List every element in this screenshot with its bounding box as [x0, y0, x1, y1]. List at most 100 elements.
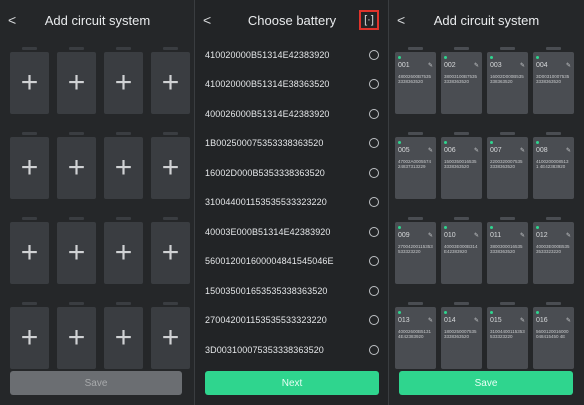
battery-card[interactable]: 016 ✎ 5600120016000048415450 4E: [533, 302, 574, 369]
add-slot[interactable]: +: [57, 302, 96, 369]
battery-serial: 48002600B75353338363520: [398, 74, 432, 84]
edit-icon[interactable]: ✎: [566, 147, 571, 154]
edit-icon[interactable]: ✎: [428, 317, 433, 324]
edit-icon[interactable]: ✎: [566, 62, 571, 69]
edit-icon[interactable]: ✎: [474, 147, 479, 154]
edit-icon[interactable]: ✎: [566, 317, 571, 324]
status-dot: [490, 141, 493, 144]
save-button[interactable]: Save: [10, 371, 182, 395]
edit-icon[interactable]: ✎: [520, 232, 525, 239]
add-slot[interactable]: +: [10, 217, 49, 284]
battery-card[interactable]: 007 ✎ 22003200075353338363520: [487, 132, 528, 199]
save-button[interactable]: Save: [399, 371, 573, 395]
battery-card[interactable]: 002 ✎ 38003100B75353338363520: [441, 47, 482, 114]
radio-button[interactable]: [369, 197, 379, 208]
battery-card[interactable]: 006 ✎ 15003500165353338363520: [441, 132, 482, 199]
edit-icon[interactable]: ✎: [520, 147, 525, 154]
radio-button[interactable]: [369, 108, 379, 119]
scan-icon[interactable]: [·]: [359, 10, 379, 30]
radio-button[interactable]: [369, 315, 379, 326]
status-dot: [536, 56, 539, 59]
battery-number: 006: [444, 147, 456, 154]
battery-card[interactable]: 015 ✎ 31004400115353533323220: [487, 302, 528, 369]
battery-code: 3D003100075353338363520: [205, 344, 324, 355]
add-slot[interactable]: +: [104, 217, 143, 284]
battery-code: 1B002500075353338363520: [205, 138, 324, 149]
edit-icon[interactable]: ✎: [474, 317, 479, 324]
edit-icon[interactable]: ✎: [474, 232, 479, 239]
add-slot[interactable]: +: [57, 47, 96, 114]
plus-icon: +: [114, 151, 133, 184]
add-slot[interactable]: +: [151, 217, 190, 284]
add-slot[interactable]: +: [151, 302, 190, 369]
battery-list-item[interactable]: 150035001653535338363520: [195, 276, 389, 306]
battery-serial: 18002500075353338363520: [444, 329, 477, 339]
battery-list-item[interactable]: 40003E000B51314E42383920: [195, 217, 389, 247]
radio-button[interactable]: [369, 285, 379, 296]
add-slot[interactable]: +: [104, 47, 143, 114]
back-icon[interactable]: <: [8, 12, 24, 28]
battery-code: 400026000B51314E42383920: [205, 108, 330, 119]
battery-number: 009: [398, 232, 410, 239]
radio-button[interactable]: [369, 344, 379, 355]
add-slot[interactable]: +: [10, 132, 49, 199]
battery-card[interactable]: 003 ✎ 16002D000B535338363520: [487, 47, 528, 114]
radio-button[interactable]: [369, 226, 379, 237]
add-slot[interactable]: +: [151, 47, 190, 114]
add-circuit-system-filled-panel: < Add circuit system 001 ✎ 48002600B753533…: [389, 0, 584, 405]
add-slot[interactable]: +: [104, 132, 143, 199]
add-slot[interactable]: +: [104, 302, 143, 369]
battery-code: 16002D000B5353338363520: [205, 167, 325, 178]
battery-card[interactable]: 012 ✎ 40003E000B5353533323220: [533, 217, 574, 284]
battery-card[interactable]: 010 ✎ 40003E000B314E42383920: [441, 217, 482, 284]
battery-card[interactable]: 005 ✎ 47002A000557424837313229: [395, 132, 436, 199]
add-slot[interactable]: +: [57, 217, 96, 284]
battery-card[interactable]: 013 ✎ 40002600B51314E42383920: [395, 302, 436, 369]
battery-card[interactable]: 008 ✎ 41002000085131 4E42383920: [533, 132, 574, 199]
battery-serial: 15003500165353338363520: [444, 159, 477, 169]
edit-icon[interactable]: ✎: [520, 317, 525, 324]
edit-icon[interactable]: ✎: [428, 232, 433, 239]
battery-list-item[interactable]: 410020000B51314E38363520: [195, 70, 389, 100]
battery-number: 016: [536, 317, 548, 324]
battery-list-item[interactable]: 310044001153535533323220: [195, 188, 389, 218]
plus-icon: +: [67, 236, 86, 269]
battery-card[interactable]: 001 ✎ 48002600B75353338363520: [395, 47, 436, 114]
battery-number: 013: [398, 317, 410, 324]
status-dot: [444, 141, 447, 144]
edit-icon[interactable]: ✎: [566, 232, 571, 239]
back-icon[interactable]: <: [203, 12, 219, 28]
battery-list-item[interactable]: 3D003100075353338363520: [195, 335, 389, 365]
edit-icon[interactable]: ✎: [520, 62, 525, 69]
battery-card[interactable]: 009 ✎ 27004200115353533323220: [395, 217, 436, 284]
radio-button[interactable]: [369, 49, 379, 60]
edit-icon[interactable]: ✎: [428, 62, 433, 69]
battery-list-item[interactable]: 16002D000B5353338363520: [195, 158, 389, 188]
battery-serial: 40003E000B5353533323220: [536, 244, 570, 254]
battery-list-item[interactable]: 410020000B51314E42383920: [195, 40, 389, 70]
add-slot[interactable]: +: [57, 132, 96, 199]
battery-list-item[interactable]: 270042001153535533323220: [195, 306, 389, 336]
add-slot[interactable]: +: [10, 47, 49, 114]
plus-icon: +: [161, 66, 180, 99]
status-dot: [536, 226, 539, 229]
radio-button[interactable]: [369, 256, 379, 267]
next-button[interactable]: Next: [205, 371, 379, 395]
battery-card[interactable]: 004 ✎ 3D003100075353338363520: [533, 47, 574, 114]
radio-button[interactable]: [369, 138, 379, 149]
header: < Add circuit system: [389, 0, 584, 40]
back-icon[interactable]: <: [397, 12, 413, 28]
battery-list-item[interactable]: 560012001600004841545046E: [195, 247, 389, 277]
battery-card[interactable]: 014 ✎ 18002500075353338363520: [441, 302, 482, 369]
plus-icon: +: [161, 151, 180, 184]
battery-serial: 40002600B51314E42383920: [398, 329, 432, 339]
edit-icon[interactable]: ✎: [428, 147, 433, 154]
add-slot[interactable]: +: [10, 302, 49, 369]
battery-list-item[interactable]: 400026000B51314E42383920: [195, 99, 389, 129]
radio-button[interactable]: [369, 79, 379, 90]
add-slot[interactable]: +: [151, 132, 190, 199]
battery-card[interactable]: 011 ✎ 38003000165353338363520: [487, 217, 528, 284]
battery-list-item[interactable]: 1B002500075353338363520: [195, 129, 389, 159]
radio-button[interactable]: [369, 167, 379, 178]
edit-icon[interactable]: ✎: [474, 62, 479, 69]
